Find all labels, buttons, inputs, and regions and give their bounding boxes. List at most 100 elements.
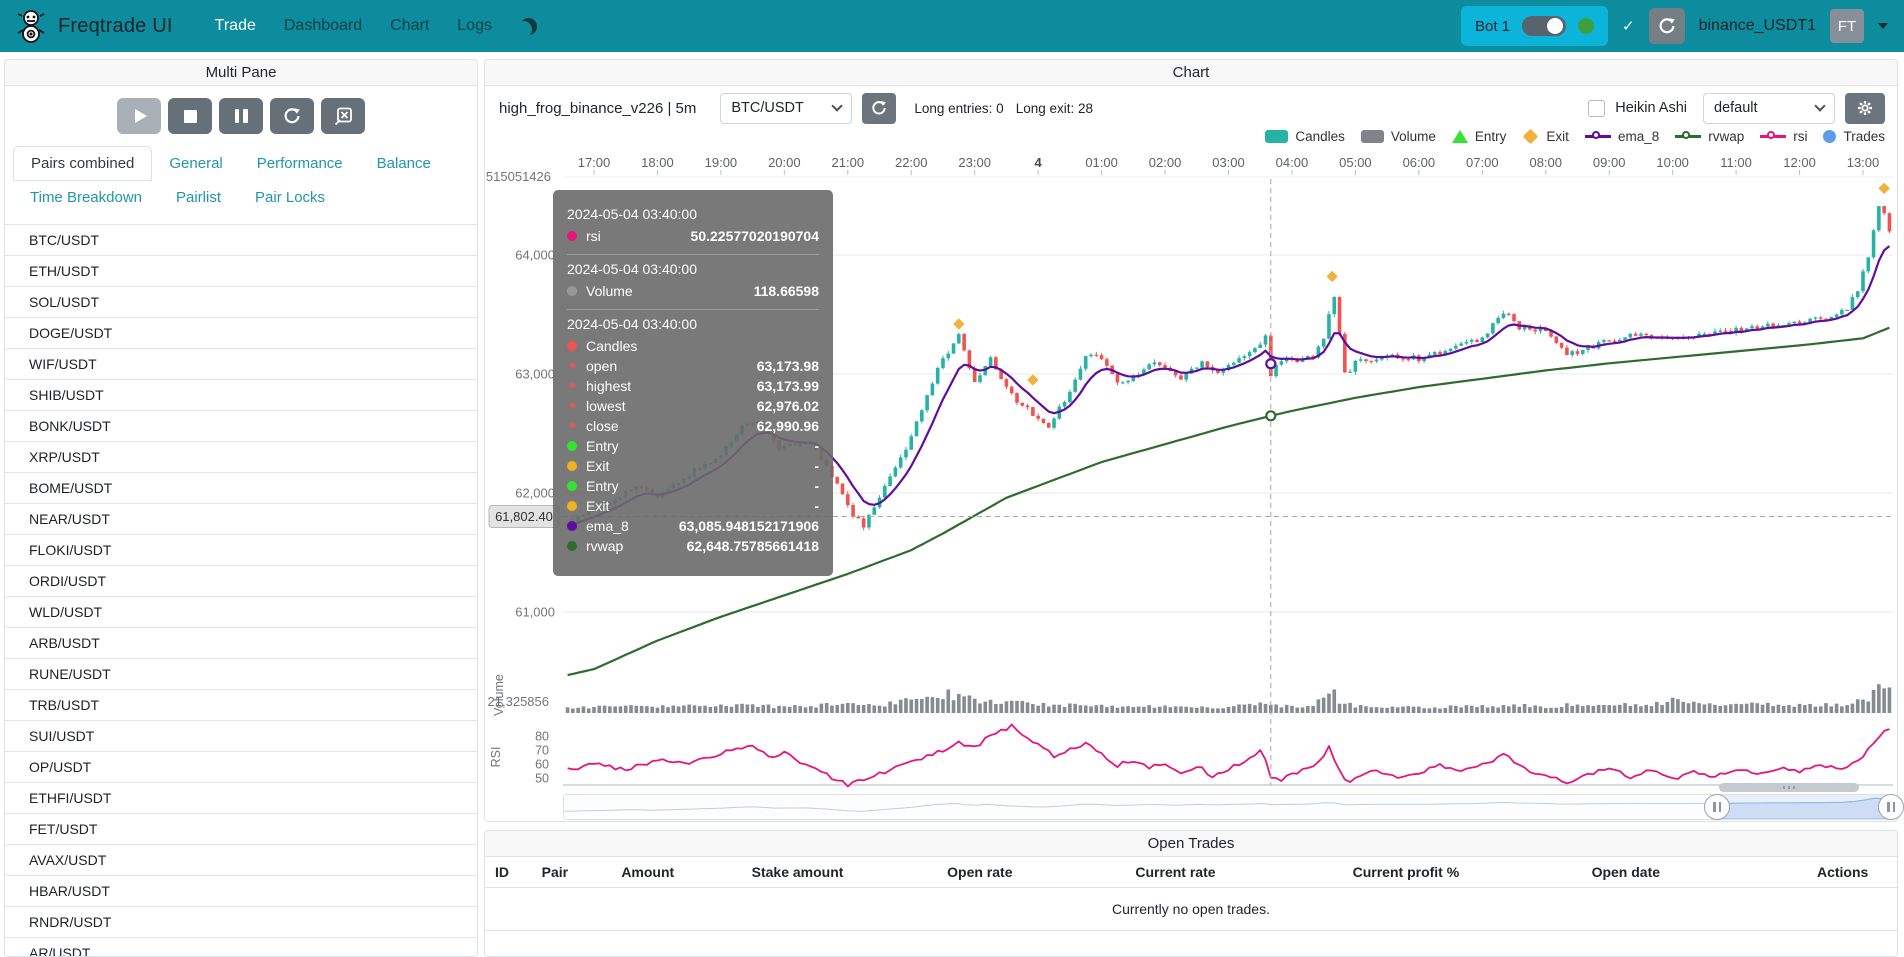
tab-time-breakdown[interactable]: Time Breakdown: [13, 181, 159, 214]
datazoom-selection[interactable]: [1717, 795, 1891, 819]
datazoom-slider[interactable]: [563, 794, 1890, 820]
pair-list-item[interactable]: ETHFI/USDT: [5, 783, 477, 814]
pair-list-item[interactable]: TRB/USDT: [5, 690, 477, 721]
pair-list-item[interactable]: ARB/USDT: [5, 628, 477, 659]
pair-select[interactable]: BTC/USDT: [720, 93, 852, 124]
svg-text:02:00: 02:00: [1149, 155, 1182, 170]
tab-pairs-combined[interactable]: Pairs combined: [13, 146, 152, 181]
long-exit-label: Long exit: 28: [1016, 101, 1093, 116]
svg-text:62,000: 62,000: [515, 486, 555, 501]
open-trades-title: Open Trades: [485, 831, 1897, 857]
pair-list-item[interactable]: BONK/USDT: [5, 411, 477, 442]
bot-toggle[interactable]: [1522, 16, 1566, 36]
legend-label: Candles: [1295, 129, 1345, 144]
pair-list-item[interactable]: WIF/USDT: [5, 349, 477, 380]
legend-item-ema_8[interactable]: ema_8: [1585, 129, 1659, 144]
svg-text:64,000: 64,000: [515, 248, 555, 263]
pair-list-item[interactable]: SOL/USDT: [5, 287, 477, 318]
svg-text:4: 4: [1035, 155, 1043, 170]
svg-text:06:00: 06:00: [1403, 155, 1436, 170]
legend-item-entry[interactable]: Entry: [1452, 129, 1507, 144]
svg-text:10:00: 10:00: [1656, 155, 1689, 170]
svg-text:RSI: RSI: [489, 747, 503, 768]
pair-list-item[interactable]: ORDI/USDT: [5, 566, 477, 597]
svg-text:515051426: 515051426: [486, 169, 551, 184]
pair-list-item[interactable]: SHIB/USDT: [5, 380, 477, 411]
legend-item-candles[interactable]: Candles: [1265, 129, 1345, 144]
datazoom-handle-left[interactable]: [1704, 794, 1730, 820]
reload-config-button[interactable]: [270, 98, 314, 134]
pair-list-item[interactable]: SUI/USDT: [5, 721, 477, 752]
pair-list-item[interactable]: BOME/USDT: [5, 473, 477, 504]
svg-text:22:00: 22:00: [895, 155, 928, 170]
legend-label: Trades: [1843, 129, 1885, 144]
nav-link-chart[interactable]: Chart: [390, 17, 429, 35]
svg-text:50: 50: [535, 772, 549, 786]
tooltip-row: rsi50.22577020190704: [567, 227, 819, 244]
tab-balance[interactable]: Balance: [360, 147, 448, 180]
column-header-pair: Pair: [536, 857, 616, 888]
svg-text:05:00: 05:00: [1339, 155, 1372, 170]
bot-selector[interactable]: Bot 1: [1461, 6, 1608, 46]
pair-list-item[interactable]: AVAX/USDT: [5, 845, 477, 876]
svg-text:11:00: 11:00: [1720, 155, 1752, 170]
theme-moon-icon[interactable]: [520, 18, 537, 35]
nav-link-logs[interactable]: Logs: [457, 17, 492, 35]
tooltip-row: Entry-: [567, 477, 819, 494]
tab-pair-locks[interactable]: Pair Locks: [238, 181, 342, 214]
pair-list-item[interactable]: HBAR/USDT: [5, 876, 477, 907]
svg-text:Volume: Volume: [492, 674, 506, 716]
exit-legend-marker: [1523, 128, 1539, 144]
pair-list-item[interactable]: ETH/USDT: [5, 256, 477, 287]
stop-button[interactable]: [168, 98, 212, 134]
brand[interactable]: Freqtrade UI: [16, 8, 173, 44]
stop-icon: [184, 110, 197, 123]
heikin-ashi-checkbox[interactable]: [1588, 100, 1605, 117]
tab-pairlist[interactable]: Pairlist: [159, 181, 238, 214]
legend-item-trades[interactable]: Trades: [1823, 129, 1885, 144]
pair-list-item[interactable]: RNDR/USDT: [5, 907, 477, 938]
pair-list-item[interactable]: AR/USDT: [5, 938, 477, 957]
scrollbar-thumb[interactable]: [1719, 783, 1859, 792]
bot-online-dot: [1578, 18, 1594, 34]
multi-pane-tabs: Pairs combined General Performance Balan…: [5, 144, 477, 224]
tab-general[interactable]: General: [152, 147, 239, 180]
tooltip-row: open63,173.98: [567, 357, 819, 374]
pair-list-item[interactable]: RUNE/USDT: [5, 659, 477, 690]
avatar[interactable]: FT: [1830, 9, 1864, 43]
rvwap-legend-marker: [1675, 130, 1701, 143]
pause-icon: [235, 109, 248, 123]
legend-label: Exit: [1546, 129, 1569, 144]
plot-settings-button[interactable]: [1845, 93, 1885, 124]
pair-list-item[interactable]: DOGE/USDT: [5, 318, 477, 349]
pair-list-item[interactable]: BTC/USDT: [5, 225, 477, 256]
legend-label: Entry: [1475, 129, 1507, 144]
datazoom-handle-right[interactable]: [1878, 794, 1904, 820]
legend-item-exit[interactable]: Exit: [1522, 129, 1569, 144]
app-title: Freqtrade UI: [58, 15, 173, 38]
legend-item-volume[interactable]: Volume: [1361, 129, 1436, 144]
legend-item-rvwap[interactable]: rvwap: [1675, 129, 1744, 144]
refresh-button[interactable]: [1649, 8, 1685, 44]
tab-performance[interactable]: Performance: [240, 147, 360, 180]
caret-down-icon[interactable]: [1878, 23, 1888, 29]
pair-list-item[interactable]: FLOKI/USDT: [5, 535, 477, 566]
nav-link-trade[interactable]: Trade: [215, 17, 256, 35]
pair-list-item[interactable]: WLD/USDT: [5, 597, 477, 628]
chart-panel-title: Chart: [485, 60, 1897, 86]
svg-text:23:00: 23:00: [958, 155, 991, 170]
chart-refresh-button[interactable]: [862, 93, 896, 124]
pair-list-item[interactable]: FET/USDT: [5, 814, 477, 845]
legend-item-rsi[interactable]: rsi: [1760, 129, 1807, 144]
pause-button[interactable]: [219, 98, 263, 134]
chevron-down-icon: [832, 100, 843, 111]
tooltip-row: close62,990.96: [567, 417, 819, 434]
pair-list-item[interactable]: OP/USDT: [5, 752, 477, 783]
plot-config-select[interactable]: default: [1703, 93, 1835, 124]
clear-chart-button[interactable]: [321, 98, 365, 134]
pair-list-item[interactable]: XRP/USDT: [5, 442, 477, 473]
pair-list-item[interactable]: NEAR/USDT: [5, 504, 477, 535]
nav-link-dashboard[interactable]: Dashboard: [284, 17, 362, 35]
svg-text:61,802.40: 61,802.40: [495, 509, 553, 524]
play-button[interactable]: [117, 98, 161, 134]
